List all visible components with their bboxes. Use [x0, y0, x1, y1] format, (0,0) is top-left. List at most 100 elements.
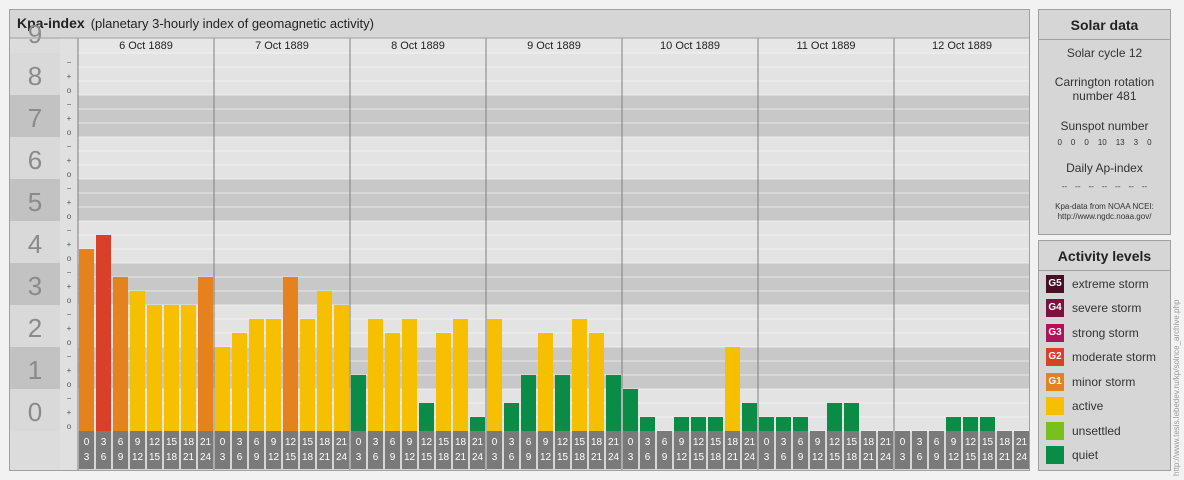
y-tick-label: 3: [28, 271, 42, 301]
day-label: 12 Oct 1889: [932, 40, 992, 52]
interval-start-label: 18: [999, 437, 1011, 448]
interval-start-label: 6: [526, 437, 532, 448]
kp-bar: [334, 305, 349, 431]
minor-mark: +: [67, 324, 72, 333]
interval-start-label: 0: [84, 437, 90, 448]
interval-start-label: 3: [237, 437, 243, 448]
kp-bar: [232, 333, 247, 431]
interval-start-label: 15: [574, 437, 586, 448]
interval-end-label: 24: [472, 452, 484, 463]
interval-start-label: 9: [543, 437, 549, 448]
interval-end-label: 12: [404, 452, 416, 463]
interval-end-label: 6: [917, 452, 923, 463]
unsettled-swatch: [1046, 421, 1064, 440]
minor-mark: −: [67, 184, 72, 193]
sunspot-value: 0: [1084, 138, 1089, 147]
interval-end-label: 15: [829, 452, 841, 463]
kp-bar: [79, 249, 94, 431]
ap-index-value: --: [1101, 182, 1108, 191]
interval-start-label: 21: [200, 437, 212, 448]
kp-bar: [793, 417, 808, 431]
interval-end-label: 18: [710, 452, 722, 463]
kp-bar: [776, 417, 791, 431]
interval-end-label: 18: [574, 452, 586, 463]
legend-label: moderate storm: [1072, 349, 1157, 364]
minor-mark: o: [67, 338, 72, 347]
kp-bar: [470, 417, 485, 431]
interval-end-label: 9: [662, 452, 668, 463]
interval-end-label: 24: [608, 452, 620, 463]
interval-start-label: 18: [319, 437, 331, 448]
source-note-line1: Kpa-data from NOAA NCEI:: [1055, 202, 1154, 211]
interval-end-label: 21: [863, 452, 875, 463]
interval-end-label: 9: [390, 452, 396, 463]
kp-bar: [130, 291, 145, 431]
interval-start-label: 18: [591, 437, 603, 448]
interval-start-label: 0: [492, 437, 498, 448]
interval-end-label: 9: [254, 452, 260, 463]
day-label: 6 Oct 1889: [119, 40, 173, 52]
kp-bar: [521, 375, 536, 431]
interval-start-label: 15: [438, 437, 450, 448]
quiet-swatch: [1046, 445, 1064, 464]
interval-start-label: 15: [302, 437, 314, 448]
minor-mark: −: [67, 394, 72, 403]
interval-end-label: 3: [356, 452, 362, 463]
interval-start-label: 3: [781, 437, 787, 448]
kp-bar: [385, 333, 400, 431]
minor-mark: +: [67, 240, 72, 249]
interval-start-label: 3: [917, 437, 923, 448]
interval-start-label: 21: [336, 437, 348, 448]
interval-end-label: 9: [526, 452, 532, 463]
kp-bar: [266, 318, 281, 431]
interval-end-label: 15: [421, 452, 433, 463]
kp-bar: [691, 417, 706, 431]
interval-end-label: 18: [302, 452, 314, 463]
interval-end-label: 18: [846, 452, 858, 463]
solar-cycle: Solar cycle 12: [1066, 46, 1143, 60]
minor-mark: +: [67, 114, 72, 123]
kp-bar: [708, 417, 723, 431]
minor-mark: +: [67, 156, 72, 165]
y-tick-label: 7: [28, 103, 42, 133]
kp-bar: [572, 318, 587, 431]
kp-bar: [368, 318, 383, 431]
interval-end-label: 24: [744, 452, 756, 463]
kp-bar: [827, 402, 842, 431]
interval-start-label: 3: [645, 437, 651, 448]
interval-start-label: 15: [710, 437, 722, 448]
legend-item-extreme-storm: G5 extreme storm: [1046, 274, 1149, 293]
minor-mark: −: [67, 58, 72, 67]
interval-start-label: 6: [118, 437, 124, 448]
kp-bar: [249, 318, 264, 431]
g4-badge: G4: [1046, 298, 1064, 317]
g2-badge: G2: [1046, 347, 1064, 366]
interval-end-label: 9: [798, 452, 804, 463]
kp-bar: [589, 333, 604, 431]
minor-mark: o: [67, 254, 72, 263]
interval-end-label: 21: [727, 452, 739, 463]
minor-mark: −: [67, 310, 72, 319]
interval-start-label: 12: [149, 437, 161, 448]
kp-bar: [419, 402, 434, 431]
interval-start-label: 21: [744, 437, 756, 448]
interval-end-label: 12: [540, 452, 552, 463]
y-tick-label: 6: [28, 145, 42, 175]
legend-label: active: [1072, 398, 1104, 413]
interval-end-label: 18: [982, 452, 994, 463]
day-label: 8 Oct 1889: [391, 40, 445, 52]
minor-mark: o: [67, 422, 72, 431]
interval-start-label: 18: [455, 437, 467, 448]
kp-bar: [402, 318, 417, 431]
legend-label: extreme storm: [1072, 276, 1149, 291]
carrington-line1: Carrington rotation: [1054, 75, 1155, 89]
kp-bar: [725, 347, 740, 431]
sunspot-value: 3: [1133, 138, 1139, 147]
y-tick-label: 9: [28, 19, 42, 49]
interval-end-label: 6: [237, 452, 243, 463]
sunspot-value: 13: [1115, 138, 1125, 147]
kp-bar: [742, 402, 757, 431]
interval-start-label: 12: [965, 437, 977, 448]
interval-end-label: 18: [166, 452, 178, 463]
y-tick-label: 2: [28, 313, 42, 343]
